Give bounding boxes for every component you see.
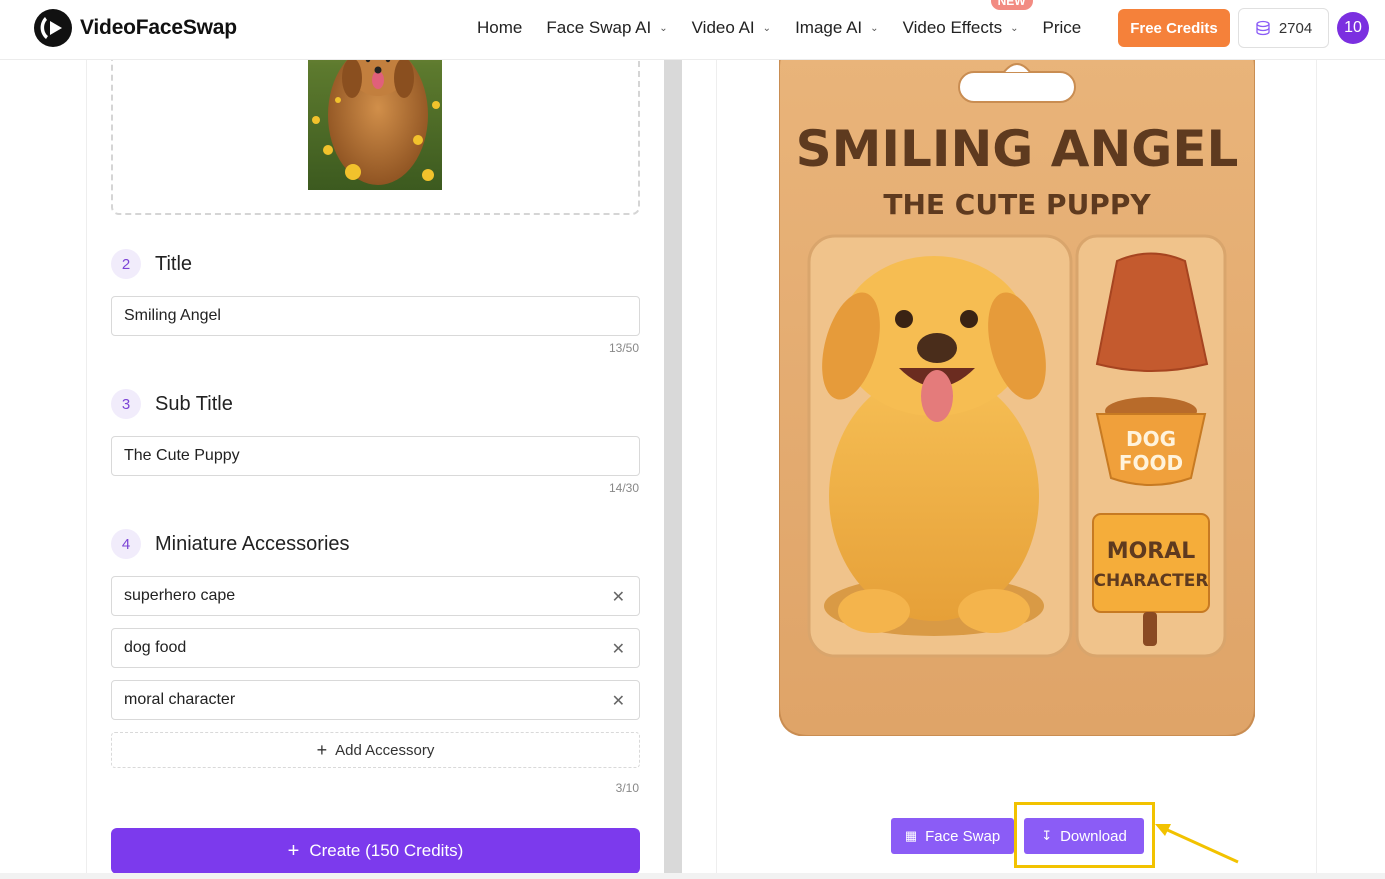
create-button[interactable]: + Create (150 Credits) — [111, 828, 640, 874]
nav-image-ai[interactable]: Image AI ⌄ — [795, 18, 879, 38]
step-number: 4 — [111, 529, 141, 559]
nav-video-ai[interactable]: Video AI ⌄ — [692, 18, 771, 38]
nav-price[interactable]: Price — [1043, 18, 1082, 38]
main-nav: Home Face Swap AI ⌄ Video AI ⌄ Image AI ⌄ V… — [477, 0, 1105, 56]
accessory-counter: 3/10 — [615, 781, 639, 795]
brand-name: VideoFaceSwap — [80, 16, 237, 39]
accessory-value: dog food — [124, 639, 187, 656]
chevron-down-icon: ⌄ — [659, 22, 668, 34]
create-button-label: Create (150 Credits) — [309, 841, 464, 860]
avatar[interactable]: 10 — [1337, 12, 1369, 44]
close-icon[interactable]: ✕ — [612, 639, 625, 659]
nav-face-swap-ai[interactable]: Face Swap AI ⌄ — [546, 18, 667, 38]
nav-home-label: Home — [477, 18, 523, 37]
title-input-value: Smiling Angel — [124, 307, 221, 324]
close-icon[interactable]: ✕ — [612, 587, 625, 607]
new-badge: NEW — [990, 0, 1033, 10]
nav-image-ai-label: Image AI — [795, 18, 863, 37]
nav-video-effects-label: Video Effects — [902, 18, 1003, 37]
generator-form: 2 Title Smiling Angel 13/50 3 Sub Title … — [86, 0, 664, 879]
add-accessory-button[interactable]: + Add Accessory — [111, 732, 640, 768]
title-char-counter: 13/50 — [608, 341, 639, 355]
logo-icon — [34, 9, 72, 47]
panel-scrollbar[interactable] — [664, 60, 682, 879]
top-navbar: VideoFaceSwap Home Face Swap AI ⌄ Video A… — [0, 0, 1385, 60]
face-swap-icon: ▦ — [904, 828, 918, 843]
download-highlight-box — [1014, 802, 1155, 868]
result-preview: SMILING ANGEL THE CUTE PUPPY DOG FOOD MO… — [716, 45, 1317, 879]
nav-face-swap-ai-label: Face Swap AI — [546, 18, 652, 37]
generated-toy-image: SMILING ANGEL THE CUTE PUPPY DOG FOOD MO… — [778, 45, 1256, 737]
credits-count: 2704 — [1278, 19, 1313, 37]
bowl-text-line1: DOG — [1126, 427, 1176, 451]
step-label: Sub Title — [155, 392, 233, 415]
plus-icon: + — [287, 839, 300, 862]
package-title: SMILING ANGEL — [796, 120, 1239, 178]
step-number: 2 — [111, 249, 141, 279]
pointer-arrow-icon — [1155, 824, 1239, 864]
step-accessories: 4 Miniature Accessories — [111, 529, 350, 559]
nav-video-effects[interactable]: Video Effects ⌄ NEW — [902, 0, 1033, 38]
free-credits-button[interactable]: Free Credits — [1118, 9, 1230, 47]
accessory-input[interactable]: superhero cape ✕ — [111, 576, 640, 616]
plus-icon: + — [316, 739, 328, 760]
step-label: Title — [155, 252, 193, 275]
face-swap-button[interactable]: ▦ Face Swap — [891, 818, 1014, 854]
step-number: 3 — [111, 389, 141, 419]
nav-video-ai-label: Video AI — [691, 18, 755, 37]
step-subtitle: 3 Sub Title — [111, 389, 233, 419]
accessory-input[interactable]: moral character ✕ — [111, 680, 640, 720]
coins-icon — [1256, 20, 1270, 36]
face-swap-label: Face Swap — [925, 827, 1001, 845]
bowl-text-line2: FOOD — [1119, 451, 1183, 475]
close-icon[interactable]: ✕ — [612, 691, 625, 711]
add-accessory-label: Add Accessory — [335, 741, 435, 759]
accessory-value: moral character — [124, 691, 236, 708]
credits-balance[interactable]: 2704 — [1238, 8, 1329, 48]
sign-text-line1: MORAL — [1107, 539, 1196, 564]
chevron-down-icon: ⌄ — [762, 22, 772, 34]
sign-text-line2: CHARACTER — [1094, 571, 1209, 591]
step-label: Miniature Accessories — [155, 532, 350, 555]
bottom-scroll-edge — [0, 873, 1385, 879]
accessory-input[interactable]: dog food ✕ — [111, 628, 640, 668]
package-subtitle: THE CUTE PUPPY — [883, 188, 1151, 221]
step-title: 2 Title — [111, 249, 192, 279]
title-input[interactable]: Smiling Angel — [111, 296, 640, 336]
brand-logo[interactable]: VideoFaceSwap — [34, 9, 237, 47]
subtitle-char-counter: 14/30 — [608, 481, 639, 495]
subtitle-input-value: The Cute Puppy — [124, 447, 240, 464]
nav-home[interactable]: Home — [477, 18, 522, 38]
subtitle-input[interactable]: The Cute Puppy — [111, 436, 640, 476]
accessory-value: superhero cape — [124, 587, 236, 604]
chevron-down-icon: ⌄ — [1010, 22, 1019, 34]
chevron-down-icon: ⌄ — [870, 22, 879, 34]
nav-price-label: Price — [1042, 18, 1082, 37]
